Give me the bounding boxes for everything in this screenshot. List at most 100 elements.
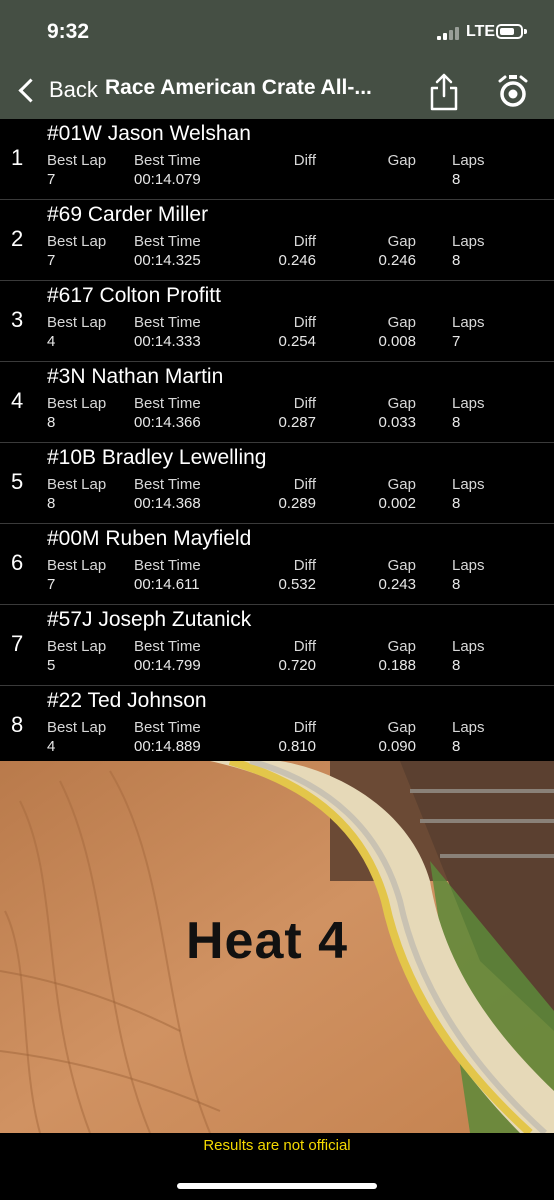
best-lap-label: Best Lap <box>47 638 107 655</box>
laps-label: Laps <box>452 719 485 736</box>
best-lap-value: 7 <box>47 252 56 269</box>
best-lap-label: Best Lap <box>47 557 107 574</box>
page-title: Race American Crate All-... <box>105 76 372 99</box>
best-lap-value: 4 <box>47 738 56 755</box>
back-button[interactable]: Back <box>14 72 98 108</box>
driver-name: #10B Bradley Lewelling <box>47 446 267 469</box>
best-time-label: Best Time <box>134 719 201 736</box>
laps-label: Laps <box>452 233 485 250</box>
home-indicator[interactable] <box>177 1183 377 1189</box>
diff-value: 0.246 <box>278 252 316 269</box>
best-lap-value: 4 <box>47 333 56 350</box>
diff-value: 0.532 <box>278 576 316 593</box>
diff-value: 0.720 <box>278 657 316 674</box>
gap-label: Gap <box>387 233 416 250</box>
gap-value: 0.033 <box>378 414 416 431</box>
best-time-value: 00:14.333 <box>134 333 201 350</box>
gap-value: 0.002 <box>378 495 416 512</box>
laps-label: Laps <box>452 314 485 331</box>
diff-label: Diff <box>293 476 316 493</box>
diff-value: 0.289 <box>278 495 316 512</box>
driver-name: #57J Joseph Zutanick <box>47 608 252 631</box>
chevron-left-icon <box>18 77 43 103</box>
gap-label: Gap <box>387 638 416 655</box>
results-list: 1 #01W Jason Welshan Best Lap Best Time Diff… <box>0 119 554 767</box>
gap-label: Gap <box>387 395 416 412</box>
position-number: 8 <box>11 712 24 737</box>
result-row[interactable]: 8 #22 Ted Johnson Best Lap Best Time Diff Gap… <box>0 686 554 767</box>
diff-label: Diff <box>293 557 316 574</box>
position-number: 4 <box>11 388 24 413</box>
result-row[interactable]: 2 #69 Carder Miller Best Lap Best Time Diff G… <box>0 200 554 281</box>
best-time-label: Best Time <box>134 557 201 574</box>
best-time-value: 00:14.799 <box>134 657 201 674</box>
result-row[interactable]: 5 #10B Bradley Lewelling Best Lap Best Time… <box>0 443 554 524</box>
driver-name: #00M Ruben Mayfield <box>47 527 252 550</box>
best-time-value: 00:14.079 <box>134 171 201 188</box>
diff-label: Diff <box>293 719 316 736</box>
best-time-label: Best Time <box>134 638 201 655</box>
position-number: 3 <box>11 307 24 332</box>
heat-banner: Heat 4 <box>0 761 554 1133</box>
status-time: 9:32 <box>47 20 90 43</box>
share-icon[interactable] <box>428 72 460 112</box>
best-lap-label: Best Lap <box>47 476 107 493</box>
diff-value: 0.254 <box>278 333 316 350</box>
diff-value: 0.287 <box>278 414 316 431</box>
driver-name: #617 Colton Profitt <box>47 284 221 307</box>
driver-name: #3N Nathan Martin <box>47 365 224 388</box>
unofficial-notice: Results are not official <box>203 1137 351 1154</box>
diff-label: Diff <box>293 152 316 169</box>
best-lap-label: Best Lap <box>47 395 107 412</box>
cell-signal-icon <box>437 26 461 40</box>
laps-value: 8 <box>452 414 461 431</box>
best-lap-value: 8 <box>47 495 56 512</box>
result-row[interactable]: 1 #01W Jason Welshan Best Lap Best Time Diff… <box>0 119 554 200</box>
driver-name: #69 Carder Miller <box>47 203 209 226</box>
best-lap-label: Best Lap <box>47 314 107 331</box>
best-lap-value: 5 <box>47 657 56 674</box>
best-time-value: 00:14.611 <box>134 576 200 593</box>
best-time-label: Best Time <box>134 152 201 169</box>
gap-value: 0.008 <box>378 333 416 350</box>
result-row[interactable]: 3 #617 Colton Profitt Best Lap Best Time Dif… <box>0 281 554 362</box>
driver-name: #01W Jason Welshan <box>47 122 251 145</box>
position-number: 6 <box>11 550 24 575</box>
result-row[interactable]: 6 #00M Ruben Mayfield Best Lap Best Time Dif… <box>0 524 554 605</box>
position-number: 5 <box>11 469 24 494</box>
best-lap-value: 7 <box>47 171 56 188</box>
best-lap-value: 7 <box>47 576 56 593</box>
gap-label: Gap <box>387 719 416 736</box>
laps-label: Laps <box>452 395 485 412</box>
best-lap-value: 8 <box>47 414 56 431</box>
best-time-label: Best Time <box>134 476 201 493</box>
laps-label: Laps <box>452 557 485 574</box>
diff-label: Diff <box>293 638 316 655</box>
diff-label: Diff <box>293 314 316 331</box>
driver-name: #22 Ted Johnson <box>47 689 207 712</box>
result-row[interactable]: 7 #57J Joseph Zutanick Best Lap Best Time Di… <box>0 605 554 686</box>
best-lap-label: Best Lap <box>47 152 107 169</box>
laps-label: Laps <box>452 476 485 493</box>
network-type: LTE <box>466 23 496 40</box>
laps-label: Laps <box>452 152 485 169</box>
result-row[interactable]: 4 #3N Nathan Martin Best Lap Best Time Diff G… <box>0 362 554 443</box>
gap-label: Gap <box>387 557 416 574</box>
best-time-value: 00:14.325 <box>134 252 201 269</box>
position-number: 1 <box>11 145 24 170</box>
battery-icon <box>496 24 527 39</box>
gap-label: Gap <box>387 476 416 493</box>
navigation-bar: Back Race American Crate All-... <box>0 64 554 119</box>
laps-value: 8 <box>452 252 461 269</box>
diff-label: Diff <box>293 395 316 412</box>
best-time-label: Best Time <box>134 395 201 412</box>
diff-value: 0.810 <box>278 738 316 755</box>
best-lap-label: Best Lap <box>47 719 107 736</box>
best-time-value: 00:14.366 <box>134 414 201 431</box>
stopwatch-icon[interactable] <box>497 74 529 108</box>
status-bar: 9:32 LTE <box>0 0 554 64</box>
position-number: 7 <box>11 631 24 656</box>
laps-value: 8 <box>452 171 461 188</box>
gap-value: 0.090 <box>378 738 416 755</box>
footer: Results are not official <box>0 1133 554 1200</box>
